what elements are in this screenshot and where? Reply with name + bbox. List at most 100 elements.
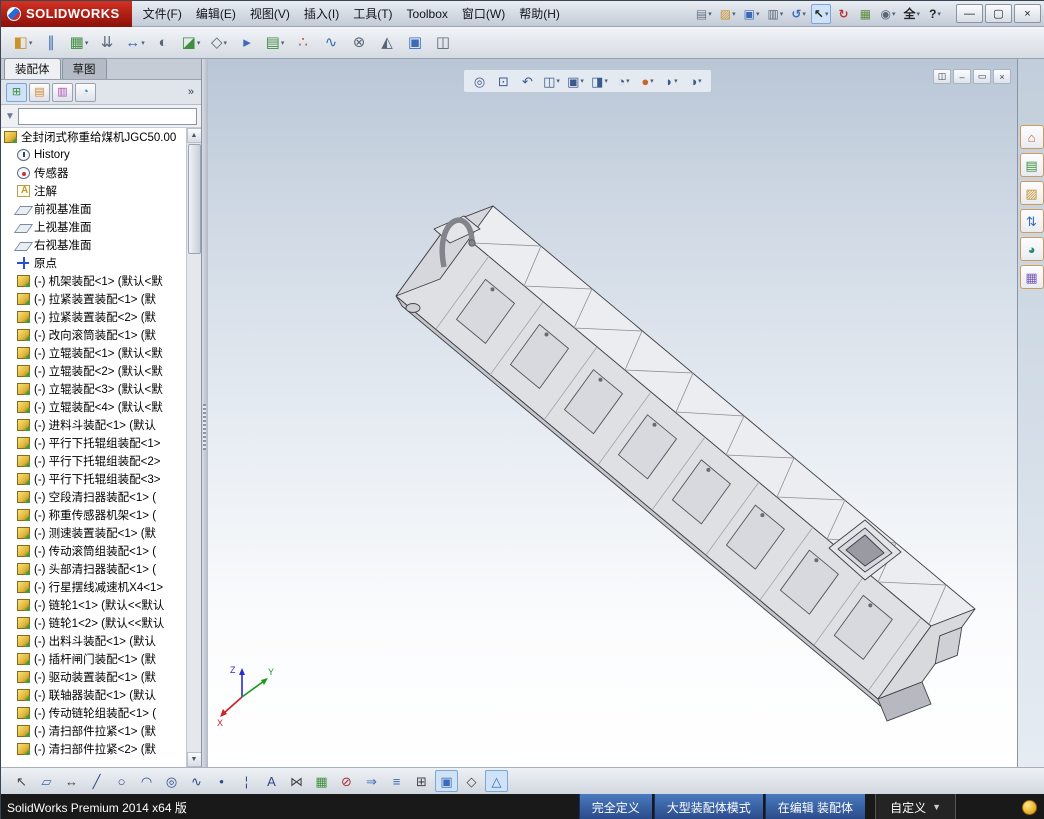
configurationmanager-tab-icon[interactable]: ▥	[52, 83, 73, 102]
open-icon[interactable]: ▨	[717, 4, 739, 24]
tree-item[interactable]: 前视基准面	[1, 200, 201, 218]
assembly-features-icon[interactable]: ◪	[178, 30, 204, 56]
file-properties-icon[interactable]: ▦	[855, 4, 875, 24]
tree-item[interactable]: 上视基准面	[1, 218, 201, 236]
tree-item[interactable]: (-) 立辊装配<4> (默认<默	[1, 398, 201, 416]
text-icon[interactable]: A	[260, 770, 283, 792]
linear-component-pattern-icon[interactable]: ▦	[66, 30, 92, 56]
task-pane-home-icon[interactable]: ⌂	[1020, 125, 1044, 149]
circle-icon[interactable]: ○	[110, 770, 133, 792]
quick-tip-icon[interactable]	[1022, 800, 1037, 815]
tab-sketch[interactable]: 草图	[62, 58, 107, 79]
mate-icon[interactable]: ∥	[38, 30, 64, 56]
section-view-icon[interactable]: ◫	[540, 71, 563, 91]
tree-item[interactable]: (-) 链轮1<2> (默认<<默认	[1, 614, 201, 632]
apply-scene-icon[interactable]: ◗	[660, 71, 683, 91]
offset-entities-icon[interactable]: ≡	[385, 770, 408, 792]
show-hidden-components-icon[interactable]: ◐	[150, 30, 176, 56]
exploded-view-icon[interactable]: ∴	[290, 30, 316, 56]
custom-properties-icon[interactable]: ▦	[1020, 265, 1044, 289]
filter-icon[interactable]: ▼	[5, 111, 15, 122]
tree-item[interactable]: (-) 称重传感器机架<1> (	[1, 506, 201, 524]
options-icon[interactable]: ◉	[877, 4, 898, 24]
file-explorer-icon[interactable]: ▨	[1020, 181, 1044, 205]
tree-item[interactable]: (-) 拉紧装置装配<2> (默	[1, 308, 201, 326]
convert-entities-icon[interactable]: ⇒	[360, 770, 383, 792]
tree-item[interactable]: (-) 空段清扫器装配<1> (	[1, 488, 201, 506]
snap-icon[interactable]: ▣	[435, 770, 458, 792]
design-library-icon[interactable]: ▤	[1020, 153, 1044, 177]
tree-item[interactable]: 右视基准面	[1, 236, 201, 254]
grid-system-icon[interactable]: ⊞	[410, 770, 433, 792]
search-scope[interactable]: 全	[900, 4, 923, 24]
previous-view-icon[interactable]: ↶	[516, 71, 539, 91]
point-icon[interactable]: •	[210, 770, 233, 792]
tree-item[interactable]: (-) 平行下托辊组装配<1>	[1, 434, 201, 452]
trim-entities-icon[interactable]: ⊘	[335, 770, 358, 792]
tree-item[interactable]: (-) 传动滚筒组装配<1> (	[1, 542, 201, 560]
tree-item[interactable]: (-) 改向滚筒装配<1> (默	[1, 326, 201, 344]
tree-item[interactable]: (-) 平行下托辊组装配<3>	[1, 470, 201, 488]
tab-assembly[interactable]: 装配体	[4, 58, 61, 79]
instant3d-icon[interactable]: ◭	[374, 30, 400, 56]
tree-item[interactable]: (-) 平行下托辊组装配<2>	[1, 452, 201, 470]
view-orientation-icon[interactable]: ▣	[564, 71, 587, 91]
centerline-icon[interactable]: ¦	[235, 770, 258, 792]
select-icon[interactable]: ↖	[10, 770, 33, 792]
rebuild-icon[interactable]: ↻	[833, 4, 853, 24]
line-icon[interactable]: ╱	[85, 770, 108, 792]
tree-item[interactable]: (-) 拉紧装置装配<1> (默	[1, 290, 201, 308]
tree-item[interactable]: History	[1, 146, 201, 164]
tree-item[interactable]: (-) 立辊装配<1> (默认<默	[1, 344, 201, 362]
print-icon[interactable]: ▥	[764, 4, 786, 24]
doc-close-icon[interactable]: ×	[993, 69, 1011, 84]
menu-help[interactable]: 帮助(H)	[512, 2, 567, 25]
tree-item[interactable]: 原点	[1, 254, 201, 272]
view-palette-icon[interactable]: ⇅	[1020, 209, 1044, 233]
scroll-thumb[interactable]	[188, 144, 201, 254]
sketch-icon[interactable]: ▱	[35, 770, 58, 792]
tree-item[interactable]: (-) 测速装置装配<1> (默	[1, 524, 201, 542]
new-motion-study-icon[interactable]: ▸	[234, 30, 260, 56]
large-assembly-mode-icon[interactable]: ▣	[402, 30, 428, 56]
menu-tools[interactable]: 工具(T)	[346, 2, 399, 25]
panel-overflow-button[interactable]: »	[188, 86, 196, 98]
status-custom-dropdown[interactable]: 自定义 ▼	[875, 794, 956, 819]
plane-icon[interactable]: ◇	[460, 770, 483, 792]
close-button[interactable]: ×	[1014, 4, 1041, 23]
view-settings-icon[interactable]: ◑	[684, 71, 707, 91]
tree-root-item[interactable]: 全封闭式称重给煤机JGC50.00	[1, 128, 201, 146]
mirror-entities-icon[interactable]: ⋈	[285, 770, 308, 792]
tree-item[interactable]: (-) 行星摆线减速机X4<1>	[1, 578, 201, 596]
tree-item[interactable]: (-) 传动链轮组装配<1> (	[1, 704, 201, 722]
tree-item[interactable]: (-) 插杆闸门装配<1> (默	[1, 650, 201, 668]
propertymanager-tab-icon[interactable]: ▤	[29, 83, 50, 102]
tree-item[interactable]: (-) 链轮1<1> (默认<<默认	[1, 596, 201, 614]
tree-item[interactable]: (-) 头部清扫器装配<1> (	[1, 560, 201, 578]
tree-item[interactable]: (-) 驱动装置装配<1> (默	[1, 668, 201, 686]
tree-item[interactable]: (-) 立辊装配<2> (默认<默	[1, 362, 201, 380]
instant2d-icon[interactable]: △	[485, 770, 508, 792]
graphics-area[interactable]: ◎⊡↶◫▣◨◔●◗◑ ◫–▭× Z Y X	[208, 59, 1017, 767]
bill-of-materials-icon[interactable]: ▤	[262, 30, 288, 56]
screen-capture-icon[interactable]: ◫	[430, 30, 456, 56]
tree-item[interactable]: (-) 机架装配<1> (默认<默	[1, 272, 201, 290]
doc-minimize-icon[interactable]: –	[953, 69, 971, 84]
tree-scrollbar[interactable]: ▲ ▼	[186, 128, 201, 767]
reference-geometry-icon[interactable]: ◇	[206, 30, 232, 56]
smart-fasteners-icon[interactable]: ⇊	[94, 30, 120, 56]
insert-components-icon[interactable]: ◧	[10, 30, 36, 56]
arc-icon[interactable]: ◠	[135, 770, 158, 792]
doc-pane-icon[interactable]: ◫	[933, 69, 951, 84]
appearances-icon[interactable]: ◕	[1020, 237, 1044, 261]
save-icon[interactable]: ▣	[741, 4, 763, 24]
tree-item[interactable]: (-) 出料斗装配<1> (默认	[1, 632, 201, 650]
undo-icon[interactable]: ↺	[788, 4, 809, 24]
zoom-to-area-icon[interactable]: ⊡	[492, 71, 515, 91]
menu-insert[interactable]: 插入(I)	[297, 2, 346, 25]
menu-window[interactable]: 窗口(W)	[455, 2, 512, 25]
tree-item[interactable]: (-) 清扫部件拉紧<2> (默	[1, 740, 201, 758]
tree-item[interactable]: (-) 进料斗装配<1> (默认	[1, 416, 201, 434]
doc-restore-icon[interactable]: ▭	[973, 69, 991, 84]
tree-item[interactable]: 注解	[1, 182, 201, 200]
